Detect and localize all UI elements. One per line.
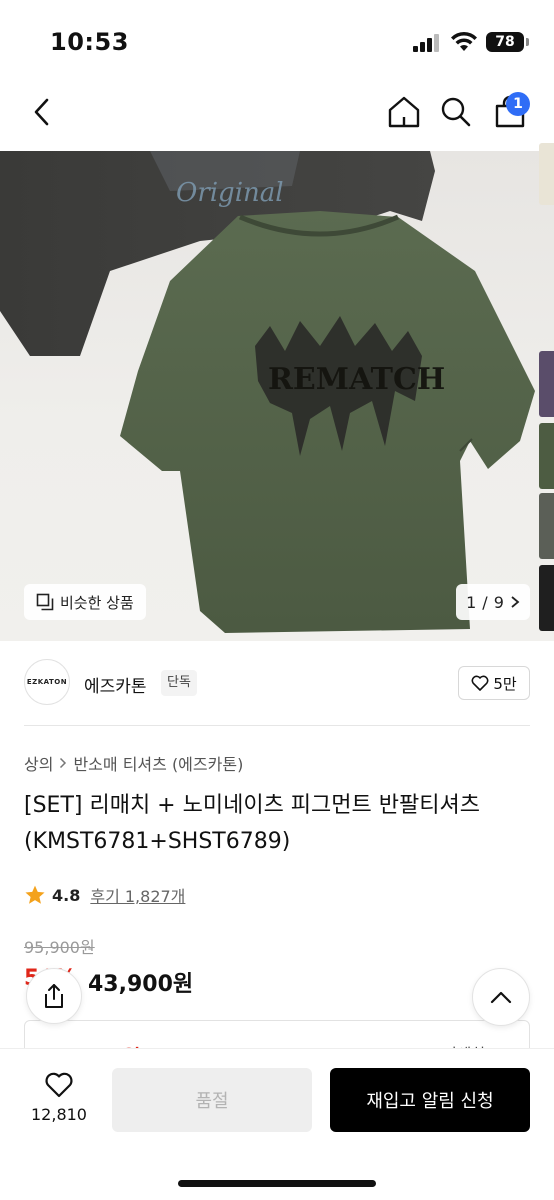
bottom-action-bar: 12,810 품절 재입고 알림 신청 xyxy=(0,1048,554,1200)
search-button[interactable] xyxy=(438,92,474,132)
home-icon xyxy=(388,96,420,128)
chevron-right-icon xyxy=(60,757,67,769)
breadcrumb: 상의 반소매 티셔츠 (에즈카톤) xyxy=(24,751,243,775)
heart-icon xyxy=(471,675,489,691)
status-bar: 10:53 78 xyxy=(0,0,554,84)
pager-separator: / xyxy=(482,592,488,612)
app-bar xyxy=(0,84,554,150)
back-button[interactable] xyxy=(24,94,60,130)
chevron-left-icon xyxy=(34,98,49,126)
heart-icon xyxy=(45,1072,73,1098)
color-swatch[interactable] xyxy=(539,493,554,559)
color-swatch[interactable] xyxy=(539,143,554,205)
search-icon xyxy=(441,97,471,127)
brand-like-count: 5만 xyxy=(493,674,517,693)
status-time: 10:53 xyxy=(50,28,129,56)
wishlist-count: 12,810 xyxy=(31,1105,87,1124)
chevron-up-icon xyxy=(490,991,512,1004)
exclusive-badge: 단독 xyxy=(161,670,197,696)
sold-out-button[interactable]: 품절 xyxy=(112,1068,312,1132)
product-image: Original REMATCH xyxy=(0,151,535,633)
brand-row: EZKATON 에즈카톤 단독 5만 xyxy=(0,655,554,715)
brand-logo-text: EZKATON xyxy=(26,678,68,686)
color-swatch[interactable] xyxy=(539,565,554,631)
review-count-link[interactable]: 후기 1,827개 xyxy=(90,883,185,907)
star-icon xyxy=(25,885,45,904)
restock-alert-button[interactable]: 재입고 알림 신청 xyxy=(330,1068,530,1132)
divider xyxy=(24,725,530,726)
breadcrumb-category[interactable]: 상의 xyxy=(24,751,53,775)
home-button[interactable] xyxy=(386,92,422,132)
pager-current: 1 xyxy=(466,592,477,612)
svg-text:Original: Original xyxy=(176,178,284,208)
copy-icon xyxy=(36,593,54,611)
original-price: 95,900원 xyxy=(24,938,95,957)
svg-text:REMATCH: REMATCH xyxy=(268,362,445,397)
brand-like-button[interactable]: 5만 xyxy=(458,666,530,700)
product-image-gallery[interactable]: Original REMATCH 비슷한 상품 1 / 9 xyxy=(0,151,554,641)
rating-row[interactable]: 4.8 후기 1,827개 xyxy=(24,883,185,907)
product-title: [SET] 리매치 + 노미네이츠 피그먼트 반팔티셔츠 (KMST6781+S… xyxy=(24,793,480,854)
brand-name[interactable]: 에즈카톤 xyxy=(84,672,147,697)
home-indicator xyxy=(178,1180,376,1187)
wifi-icon xyxy=(451,31,477,51)
battery-indicator: 78 xyxy=(486,32,529,52)
color-swatch[interactable] xyxy=(539,423,554,489)
scroll-top-button[interactable] xyxy=(472,968,530,1026)
similar-products-label: 비슷한 상품 xyxy=(60,593,134,612)
breadcrumb-subcategory[interactable]: 반소매 티셔츠 (에즈카톤) xyxy=(73,751,243,775)
wishlist-button[interactable]: 12,810 xyxy=(28,1071,90,1124)
rating-score: 4.8 xyxy=(52,885,81,905)
brand-logo[interactable]: EZKATON xyxy=(24,659,70,705)
sale-price: 43,900원 xyxy=(88,972,194,997)
pager-total: 9 xyxy=(493,592,504,612)
chevron-right-icon xyxy=(511,596,520,608)
cart-count-badge: 1 xyxy=(506,92,530,116)
cellular-signal-icon xyxy=(413,34,441,52)
similar-products-button[interactable]: 비슷한 상품 xyxy=(24,584,146,620)
share-icon xyxy=(45,984,63,1008)
share-button[interactable] xyxy=(26,968,82,1024)
color-swatch-strip xyxy=(539,143,554,633)
image-pager[interactable]: 1 / 9 xyxy=(456,584,530,620)
color-swatch[interactable] xyxy=(539,351,554,417)
